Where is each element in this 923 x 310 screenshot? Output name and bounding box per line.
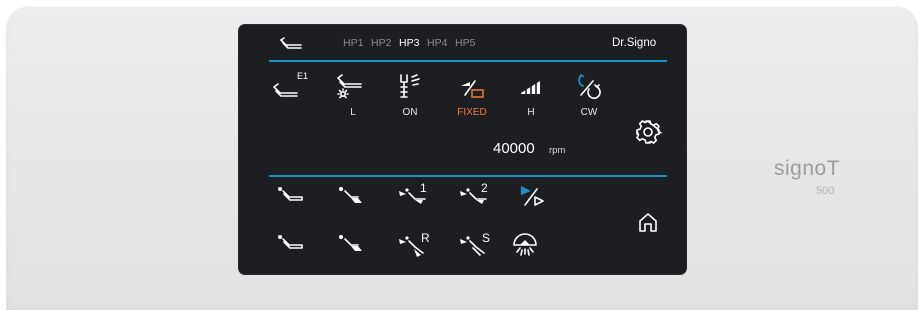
rotation-direction-icon[interactable] <box>575 73 601 101</box>
program-icon[interactable] <box>336 185 366 207</box>
touch-screen: HP1 HP2 HP3 HP4 HP5 Dr.Signo E1 L ON FIX… <box>239 25 686 274</box>
tab-hp2[interactable]: HP2 <box>371 38 391 49</box>
rotation-label: CW <box>580 107 598 118</box>
torque-level-icon[interactable] <box>520 79 542 97</box>
program-icon[interactable] <box>275 185 305 207</box>
program-s-label: S <box>482 231 491 245</box>
program-r-label: R <box>421 231 430 245</box>
gear-icon[interactable] <box>635 119 662 145</box>
spray-icon[interactable] <box>398 73 422 101</box>
speed-unit: rpm <box>549 145 566 156</box>
home-icon[interactable] <box>637 211 659 233</box>
tab-hp4[interactable]: HP4 <box>427 38 447 49</box>
brand-label: Dr.Signo <box>612 37 657 49</box>
program-icon[interactable] <box>275 233 305 255</box>
speed-mode-label: FIXED <box>457 107 487 118</box>
tab-hp3[interactable]: HP3 <box>399 38 419 49</box>
operating-light-icon[interactable] <box>511 230 539 258</box>
header-divider <box>269 60 667 62</box>
profile-label: E1 <box>297 71 309 81</box>
handpiece-icon[interactable] <box>279 37 303 51</box>
device-brand: signoT <box>774 157 841 180</box>
program-2-label: 2 <box>481 181 488 195</box>
light-label: L <box>350 107 356 118</box>
handpiece-light-icon[interactable] <box>335 73 363 101</box>
spray-label: ON <box>402 107 418 118</box>
speed-value: 40000 <box>493 140 535 157</box>
speed-mode-icon[interactable] <box>459 77 485 101</box>
torque-label: H <box>527 107 535 118</box>
speed-mode-icon[interactable] <box>519 183 549 209</box>
program-icon[interactable] <box>336 233 366 255</box>
device-model: 500 <box>816 185 835 197</box>
program-1-label: 1 <box>420 181 427 195</box>
handpiece-profile-icon[interactable] <box>271 79 301 99</box>
content-divider <box>269 175 667 177</box>
tab-hp5[interactable]: HP5 <box>455 38 475 49</box>
tab-hp1[interactable]: HP1 <box>343 38 363 49</box>
